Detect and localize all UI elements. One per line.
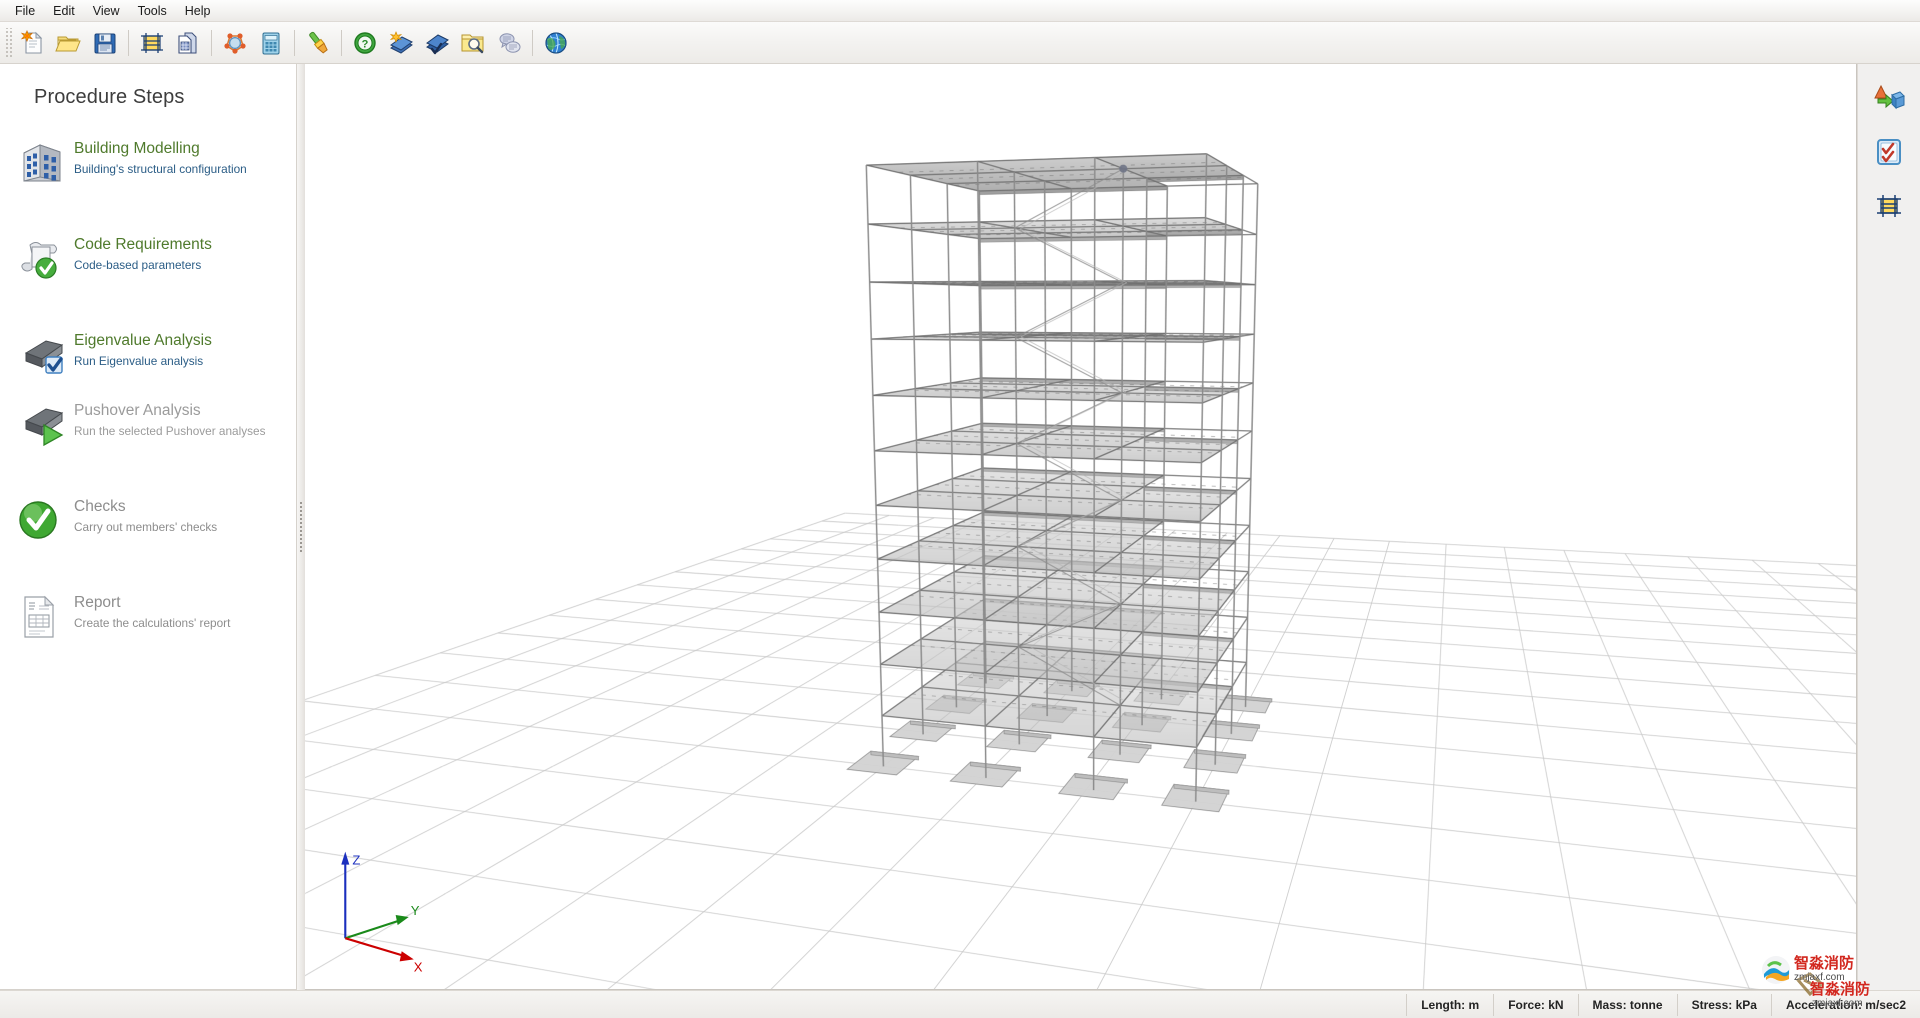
question-mark-help-icon: ? [354,31,376,54]
menu-bar: File Edit View Tools Help [0,0,1920,22]
report-document-icon [16,591,68,641]
support-chat-button[interactable] [491,25,527,61]
frame-view-button[interactable] [1869,186,1909,226]
sidebar-item-eigenvalue-analysis[interactable]: Eigenvalue Analysis Run Eigenvalue analy… [0,319,296,389]
calculator-button[interactable] [253,25,289,61]
splitter-grip-dots [299,501,303,553]
step-text: Code Requirements Code-based parameters [74,233,212,272]
chat-bubbles-icon [499,32,521,53]
toolbar-separator [211,29,212,56]
step-title: Building Modelling [74,140,200,157]
procedure-steps-panel: Procedure Steps Building Modelling Build… [0,64,297,990]
axis-label-x: X [414,959,423,974]
toolbar-separator [128,29,129,56]
whats-new-button[interactable] [383,25,419,61]
step-text: Report Create the calculations' report [74,591,230,630]
axis-label-z: Z [352,853,360,868]
step-title: Eigenvalue Analysis [74,332,212,349]
sidebar-item-pushover-analysis[interactable]: Pushover Analysis Run the selected Pusho… [0,389,296,459]
menu-item-tools[interactable]: Tools [129,2,176,20]
calculator-icon [262,32,280,54]
frame-grid-icon [1877,195,1901,217]
step-title: Checks [74,498,126,515]
toolbar-separator [341,29,342,56]
scroll-check-icon [16,233,68,283]
step-subtitle: Building's structural configuration [74,162,247,176]
green-check-circle-icon [16,495,68,545]
folder-magnifier-icon [461,34,484,53]
print-preview-icon [178,32,197,54]
molecule-model-icon [224,32,246,54]
toolbar-separator [532,29,533,56]
floppy-disk-save-icon [94,33,116,53]
browse-examples-button[interactable] [455,25,491,61]
sidebar-item-code-requirements[interactable]: Code Requirements Code-based parameters [0,223,296,293]
menu-item-file[interactable]: File [6,2,44,20]
main-toolbar: ? [0,22,1920,64]
status-stress-unit: Stress: kPa [1676,993,1771,1016]
shapes-3d-icon [1874,84,1905,110]
svg-text:?: ? [362,38,369,50]
sidebar-item-building-modelling[interactable]: Building Modelling Building's structural… [0,127,296,197]
application-window: File Edit View Tools Help ? Procedure St… [0,0,1920,1018]
node-marker [1119,164,1128,173]
toolbar-grip[interactable] [4,27,12,58]
step-text: Building Modelling Building's structural… [74,137,247,176]
paint-brush-icon [309,31,328,54]
step-text: Eigenvalue Analysis Run Eigenvalue analy… [74,329,212,368]
building-model-3d-scene: Z Y X [305,64,1856,989]
toolbar-separator [294,29,295,56]
new-project-button[interactable] [15,25,51,61]
step-subtitle: Run the selected Pushover analyses [74,424,266,438]
building-icon [16,137,68,187]
step-text: Pushover Analysis Run the selected Pusho… [74,399,266,438]
render-3d-button[interactable] [1869,78,1909,118]
analysis-play-icon [16,399,68,449]
status-bar: Length: m Force: kN Mass: tonne Stress: … [0,990,1920,1018]
step-title: Report [74,594,121,611]
website-button[interactable] [538,25,574,61]
panel-splitter[interactable] [297,64,305,990]
paint-style-button[interactable] [300,25,336,61]
status-length-unit: Length: m [1406,993,1493,1016]
procedure-steps-list: Building Modelling Building's structural… [0,109,296,651]
step-subtitle: Carry out members' checks [74,520,218,534]
page-setup-icon [141,32,163,53]
step-title: Code Requirements [74,236,212,253]
step-subtitle: Create the calculations' report [74,616,231,630]
status-mass-unit: Mass: tonne [1577,993,1677,1016]
new-document-icon [20,29,43,54]
model-viewport[interactable]: Z Y X [305,64,1857,990]
step-subtitle: Code-based parameters [74,258,202,272]
blue-book-check-icon [426,33,449,54]
menu-item-view[interactable]: View [84,2,129,20]
view-toolbar [1857,64,1920,990]
sidebar-item-report[interactable]: Report Create the calculations' report [0,581,296,651]
menu-item-edit[interactable]: Edit [44,2,84,20]
checklist-button[interactable] [1869,132,1909,172]
globe-icon [545,31,567,54]
model-view-button[interactable] [217,25,253,61]
panel-title: Procedure Steps [34,86,185,108]
sidebar-item-checks[interactable]: Checks Carry out members' checks [0,485,296,555]
analysis-check-icon [16,329,68,379]
step-subtitle: Run Eigenvalue analysis [74,354,204,368]
open-folder-icon [55,36,81,51]
column [1070,188,1073,692]
checklist-icon [1877,139,1901,165]
user-manual-button[interactable] [419,25,455,61]
print-preview-button[interactable] [170,25,206,61]
axis-label-y: Y [411,903,420,918]
blue-book-star-icon [389,30,413,54]
status-force-unit: Force: kN [1493,993,1577,1016]
step-text: Checks Carry out members' checks [74,495,217,534]
help-button[interactable]: ? [347,25,383,61]
step-title: Pushover Analysis [74,402,201,419]
menu-item-help[interactable]: Help [176,2,220,20]
main-body: Procedure Steps Building Modelling Build… [0,64,1920,990]
page-setup-button[interactable] [134,25,170,61]
status-acceleration-unit: Acceleration: m/sec2 [1770,993,1920,1016]
open-project-button[interactable] [51,25,87,61]
save-project-button[interactable] [87,25,123,61]
